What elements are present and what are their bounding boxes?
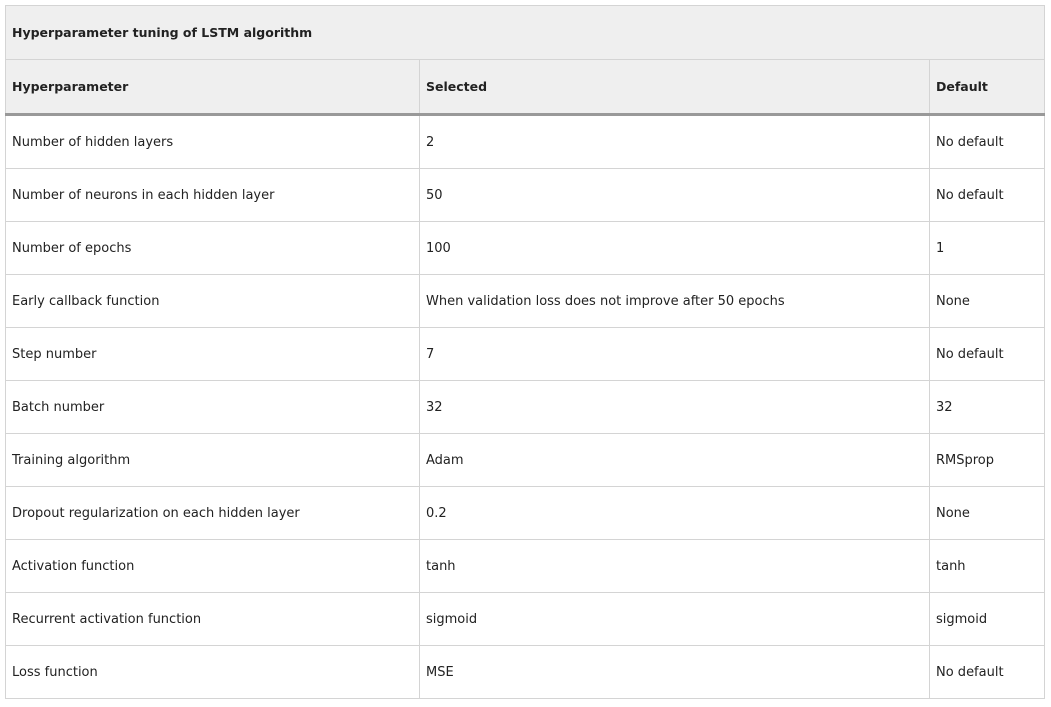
table-row: Loss function MSE No default: [5, 645, 1046, 699]
table-header-row: Hyperparameter Selected Default: [5, 59, 1046, 116]
cell-selected: 2: [419, 114, 930, 169]
cell-selected: 50: [419, 168, 930, 222]
cell-default: sigmoid: [928, 592, 1046, 646]
cell-hyperparameter: Loss function: [5, 645, 420, 699]
column-header-hyperparameter: Hyperparameter: [5, 59, 420, 116]
column-header-default: Default: [928, 59, 1046, 116]
cell-default: No default: [928, 327, 1046, 381]
cell-selected: MSE: [419, 645, 930, 699]
cell-hyperparameter: Activation function: [5, 539, 420, 593]
cell-default: No default: [928, 645, 1046, 699]
cell-default: None: [928, 486, 1046, 540]
cell-hyperparameter: Number of neurons in each hidden layer: [5, 168, 420, 222]
column-header-selected: Selected: [419, 59, 930, 116]
hyperparameter-table-container: Hyperparameter tuning of LSTM algorithm …: [4, 5, 1046, 699]
table-row: Activation function tanh tanh: [5, 539, 1046, 593]
table-row: Recurrent activation function sigmoid si…: [5, 592, 1046, 646]
cell-hyperparameter: Early callback function: [5, 274, 420, 328]
cell-hyperparameter: Training algorithm: [5, 433, 420, 487]
cell-selected: When validation loss does not improve af…: [419, 274, 930, 328]
cell-default: No default: [928, 168, 1046, 222]
cell-selected: 7: [419, 327, 930, 381]
cell-default: None: [928, 274, 1046, 328]
table-row: Early callback function When validation …: [5, 274, 1046, 328]
cell-selected: 0.2: [419, 486, 930, 540]
table-row: Dropout regularization on each hidden la…: [5, 486, 1046, 540]
cell-selected: 100: [419, 221, 930, 275]
cell-default: 1: [928, 221, 1046, 275]
cell-hyperparameter: Number of epochs: [5, 221, 420, 275]
table-row: Number of neurons in each hidden layer 5…: [5, 168, 1046, 222]
hyperparameter-table: Hyperparameter tuning of LSTM algorithm …: [4, 5, 1046, 699]
cell-selected: 32: [419, 380, 930, 434]
table-row: Number of epochs 100 1: [5, 221, 1046, 275]
cell-default: RMSprop: [928, 433, 1046, 487]
table-row: Number of hidden layers 2 No default: [5, 114, 1046, 169]
cell-default: tanh: [928, 539, 1046, 593]
cell-default: No default: [928, 114, 1046, 169]
table-caption: Hyperparameter tuning of LSTM algorithm: [4, 5, 1046, 60]
table-row: Training algorithm Adam RMSprop: [5, 433, 1046, 487]
cell-selected: tanh: [419, 539, 930, 593]
cell-default: 32: [928, 380, 1046, 434]
cell-selected: Adam: [419, 433, 930, 487]
cell-selected: sigmoid: [419, 592, 930, 646]
cell-hyperparameter: Step number: [5, 327, 420, 381]
table-row: Batch number 32 32: [5, 380, 1046, 434]
cell-hyperparameter: Dropout regularization on each hidden la…: [5, 486, 420, 540]
table-row: Step number 7 No default: [5, 327, 1046, 381]
cell-hyperparameter: Number of hidden layers: [5, 114, 420, 169]
table-caption-row: Hyperparameter tuning of LSTM algorithm: [4, 5, 1046, 60]
cell-hyperparameter: Recurrent activation function: [5, 592, 420, 646]
cell-hyperparameter: Batch number: [5, 380, 420, 434]
